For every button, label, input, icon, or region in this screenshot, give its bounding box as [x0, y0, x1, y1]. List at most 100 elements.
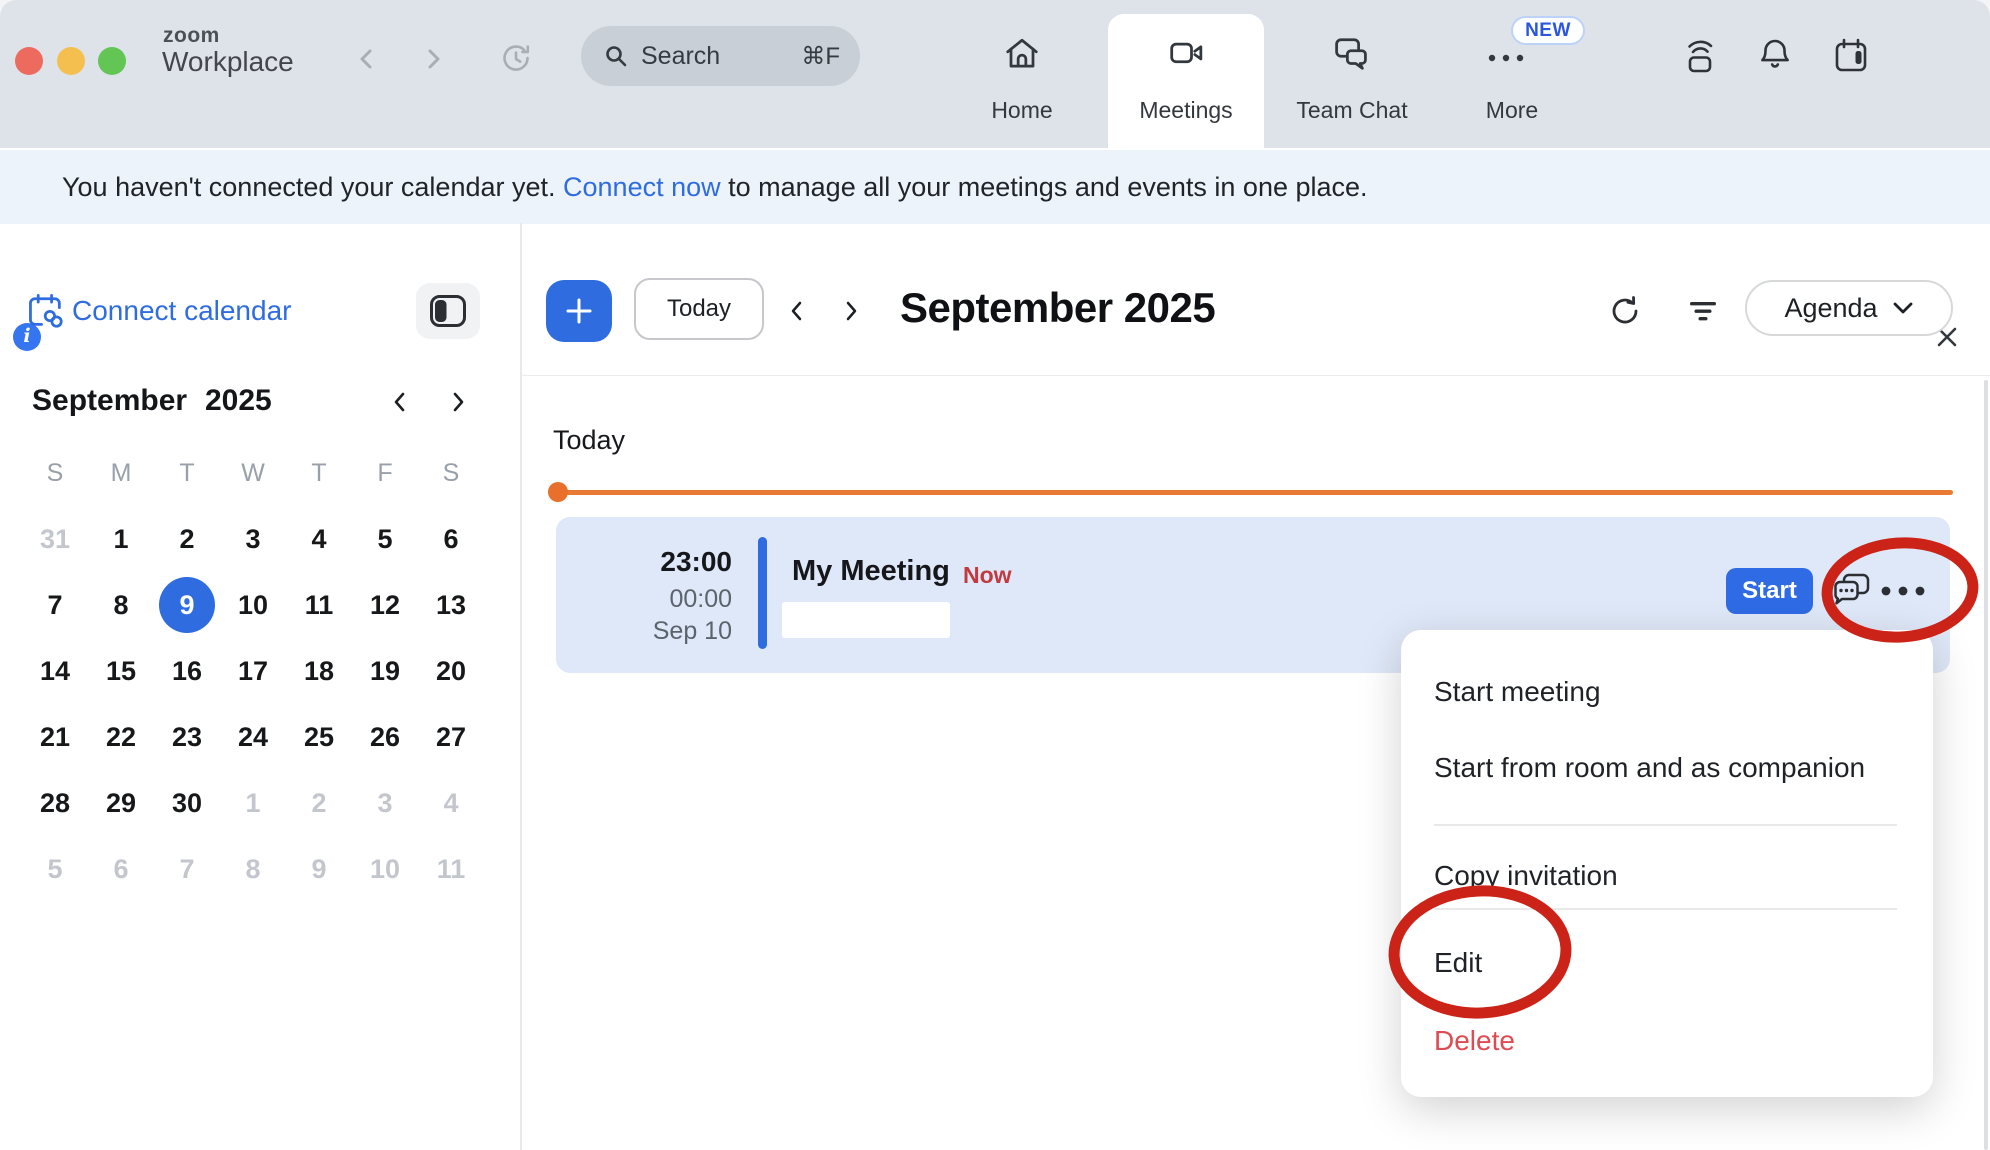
- mini-calendar-day[interactable]: 24: [220, 704, 286, 770]
- mini-calendar-day[interactable]: 6: [418, 506, 484, 572]
- filter-icon[interactable]: [1683, 291, 1723, 331]
- banner-text-before: You haven't connected your calendar yet.: [62, 172, 563, 203]
- mini-calendar-day[interactable]: 9: [286, 836, 352, 902]
- mini-calendar-day[interactable]: 30: [154, 770, 220, 836]
- calendar-icon[interactable]: [1829, 34, 1873, 78]
- notifications-bell-icon[interactable]: [1753, 34, 1797, 78]
- mini-calendar-day[interactable]: 6: [88, 836, 154, 902]
- history-icon[interactable]: [498, 40, 534, 76]
- mini-calendar-day[interactable]: 2: [286, 770, 352, 836]
- menu-item-delete[interactable]: Delete: [1434, 1021, 1905, 1061]
- back-icon[interactable]: [352, 44, 382, 74]
- collapse-panel-button[interactable]: [416, 283, 480, 339]
- menu-divider: [1434, 824, 1897, 826]
- mini-calendar-day[interactable]: 1: [220, 770, 286, 836]
- home-icon: [1000, 32, 1044, 76]
- vertical-scrollbar[interactable]: [1984, 380, 1988, 1150]
- mini-calendar-day[interactable]: 7: [154, 836, 220, 902]
- prev-period-icon[interactable]: [784, 298, 810, 324]
- menu-item-start-from-room-and-as-companion[interactable]: Start from room and as companion: [1434, 748, 1905, 788]
- meeting-chat-icon[interactable]: [1830, 571, 1872, 611]
- mini-calendar-day-header: S: [418, 440, 484, 506]
- more-icon: [1482, 50, 1542, 66]
- titlebar: zoom Workplace Search ⌘F: [0, 0, 1990, 148]
- mini-calendar-day[interactable]: 5: [22, 836, 88, 902]
- add-meeting-button[interactable]: [546, 280, 612, 342]
- mini-calendar-day[interactable]: 4: [286, 506, 352, 572]
- mini-calendar-day[interactable]: 12: [352, 572, 418, 638]
- forward-icon[interactable]: [418, 44, 448, 74]
- meeting-color-bar: [758, 537, 767, 649]
- mini-calendar-day-header: T: [154, 440, 220, 506]
- close-window-button[interactable]: [15, 47, 43, 75]
- mini-calendar-day[interactable]: 17: [220, 638, 286, 704]
- maximize-window-button[interactable]: [98, 47, 126, 75]
- menu-item-edit[interactable]: Edit: [1434, 943, 1905, 983]
- banner-text-after: to manage all your meetings and events i…: [721, 172, 1368, 203]
- menu-item-copy-invitation[interactable]: Copy invitation: [1434, 856, 1905, 896]
- tab-team-chat[interactable]: Team Chat: [1282, 14, 1422, 148]
- mini-calendar-month: September: [32, 384, 187, 418]
- mini-calendar-next-icon[interactable]: [444, 388, 472, 416]
- mini-calendar-day-selected[interactable]: 9: [154, 572, 220, 638]
- mini-calendar-day[interactable]: 14: [22, 638, 88, 704]
- mini-calendar-day[interactable]: 27: [418, 704, 484, 770]
- view-selector-dropdown[interactable]: Agenda: [1745, 280, 1953, 336]
- mini-calendar-day[interactable]: 1: [88, 506, 154, 572]
- today-section-label: Today: [553, 425, 625, 456]
- start-meeting-button[interactable]: Start: [1726, 568, 1813, 614]
- refresh-icon[interactable]: [1605, 291, 1645, 331]
- mini-calendar-day[interactable]: 28: [22, 770, 88, 836]
- mini-calendar-day[interactable]: 10: [352, 836, 418, 902]
- mini-calendar-day[interactable]: 29: [88, 770, 154, 836]
- rooms-device-icon[interactable]: [1678, 34, 1722, 78]
- mini-calendar-day[interactable]: 22: [88, 704, 154, 770]
- mini-calendar-day[interactable]: 3: [352, 770, 418, 836]
- minimize-window-button[interactable]: [57, 47, 85, 75]
- mini-calendar-day[interactable]: 10: [220, 572, 286, 638]
- plus-icon: [564, 296, 594, 326]
- mini-calendar-day[interactable]: 7: [22, 572, 88, 638]
- mini-calendar-day[interactable]: 25: [286, 704, 352, 770]
- mini-calendar-year: 2025: [205, 384, 272, 418]
- mini-calendar-day[interactable]: 18: [286, 638, 352, 704]
- mini-calendar-day[interactable]: 23: [154, 704, 220, 770]
- mini-calendar-day[interactable]: 8: [220, 836, 286, 902]
- mini-calendar-day[interactable]: 31: [22, 506, 88, 572]
- today-button[interactable]: Today: [634, 278, 764, 340]
- mini-calendar-day-header: S: [22, 440, 88, 506]
- mini-calendar-day[interactable]: 19: [352, 638, 418, 704]
- meeting-start-time: 23:00: [600, 546, 732, 578]
- meeting-id-redacted: [782, 602, 950, 638]
- connect-calendar-link[interactable]: Connect calendar: [72, 295, 291, 327]
- connect-now-link[interactable]: Connect now: [563, 172, 721, 203]
- mini-calendar-day[interactable]: 16: [154, 638, 220, 704]
- meeting-status-badge: Now: [963, 562, 1012, 589]
- mini-calendar-day[interactable]: 26: [352, 704, 418, 770]
- mini-calendar-day[interactable]: 4: [418, 770, 484, 836]
- mini-calendar-day-header: F: [352, 440, 418, 506]
- mini-calendar-day[interactable]: 5: [352, 506, 418, 572]
- meetings-icon: [1164, 32, 1208, 76]
- mini-calendar-day[interactable]: 13: [418, 572, 484, 638]
- meeting-more-icon[interactable]: [1878, 584, 1928, 598]
- meeting-end-time: 00:00: [600, 585, 732, 614]
- current-time-dot: [548, 482, 568, 502]
- mini-calendar-day[interactable]: 20: [418, 638, 484, 704]
- mini-calendar-day[interactable]: 11: [418, 836, 484, 902]
- tab-meetings-label: Meetings: [1116, 97, 1256, 124]
- mini-calendar-prev-icon[interactable]: [386, 388, 414, 416]
- connect-calendar-icon: [26, 291, 66, 331]
- mini-calendar-day[interactable]: 8: [88, 572, 154, 638]
- search-placeholder: Search: [641, 42, 720, 71]
- tab-home[interactable]: Home: [952, 14, 1092, 148]
- next-period-icon[interactable]: [838, 298, 864, 324]
- mini-calendar-day[interactable]: 15: [88, 638, 154, 704]
- search-input[interactable]: Search ⌘F: [581, 26, 860, 86]
- mini-calendar-day[interactable]: 11: [286, 572, 352, 638]
- mini-calendar-day[interactable]: 3: [220, 506, 286, 572]
- mini-calendar-day[interactable]: 2: [154, 506, 220, 572]
- menu-item-start-meeting[interactable]: Start meeting: [1434, 672, 1905, 712]
- mini-calendar-day[interactable]: 21: [22, 704, 88, 770]
- tab-meetings[interactable]: Meetings: [1116, 14, 1256, 148]
